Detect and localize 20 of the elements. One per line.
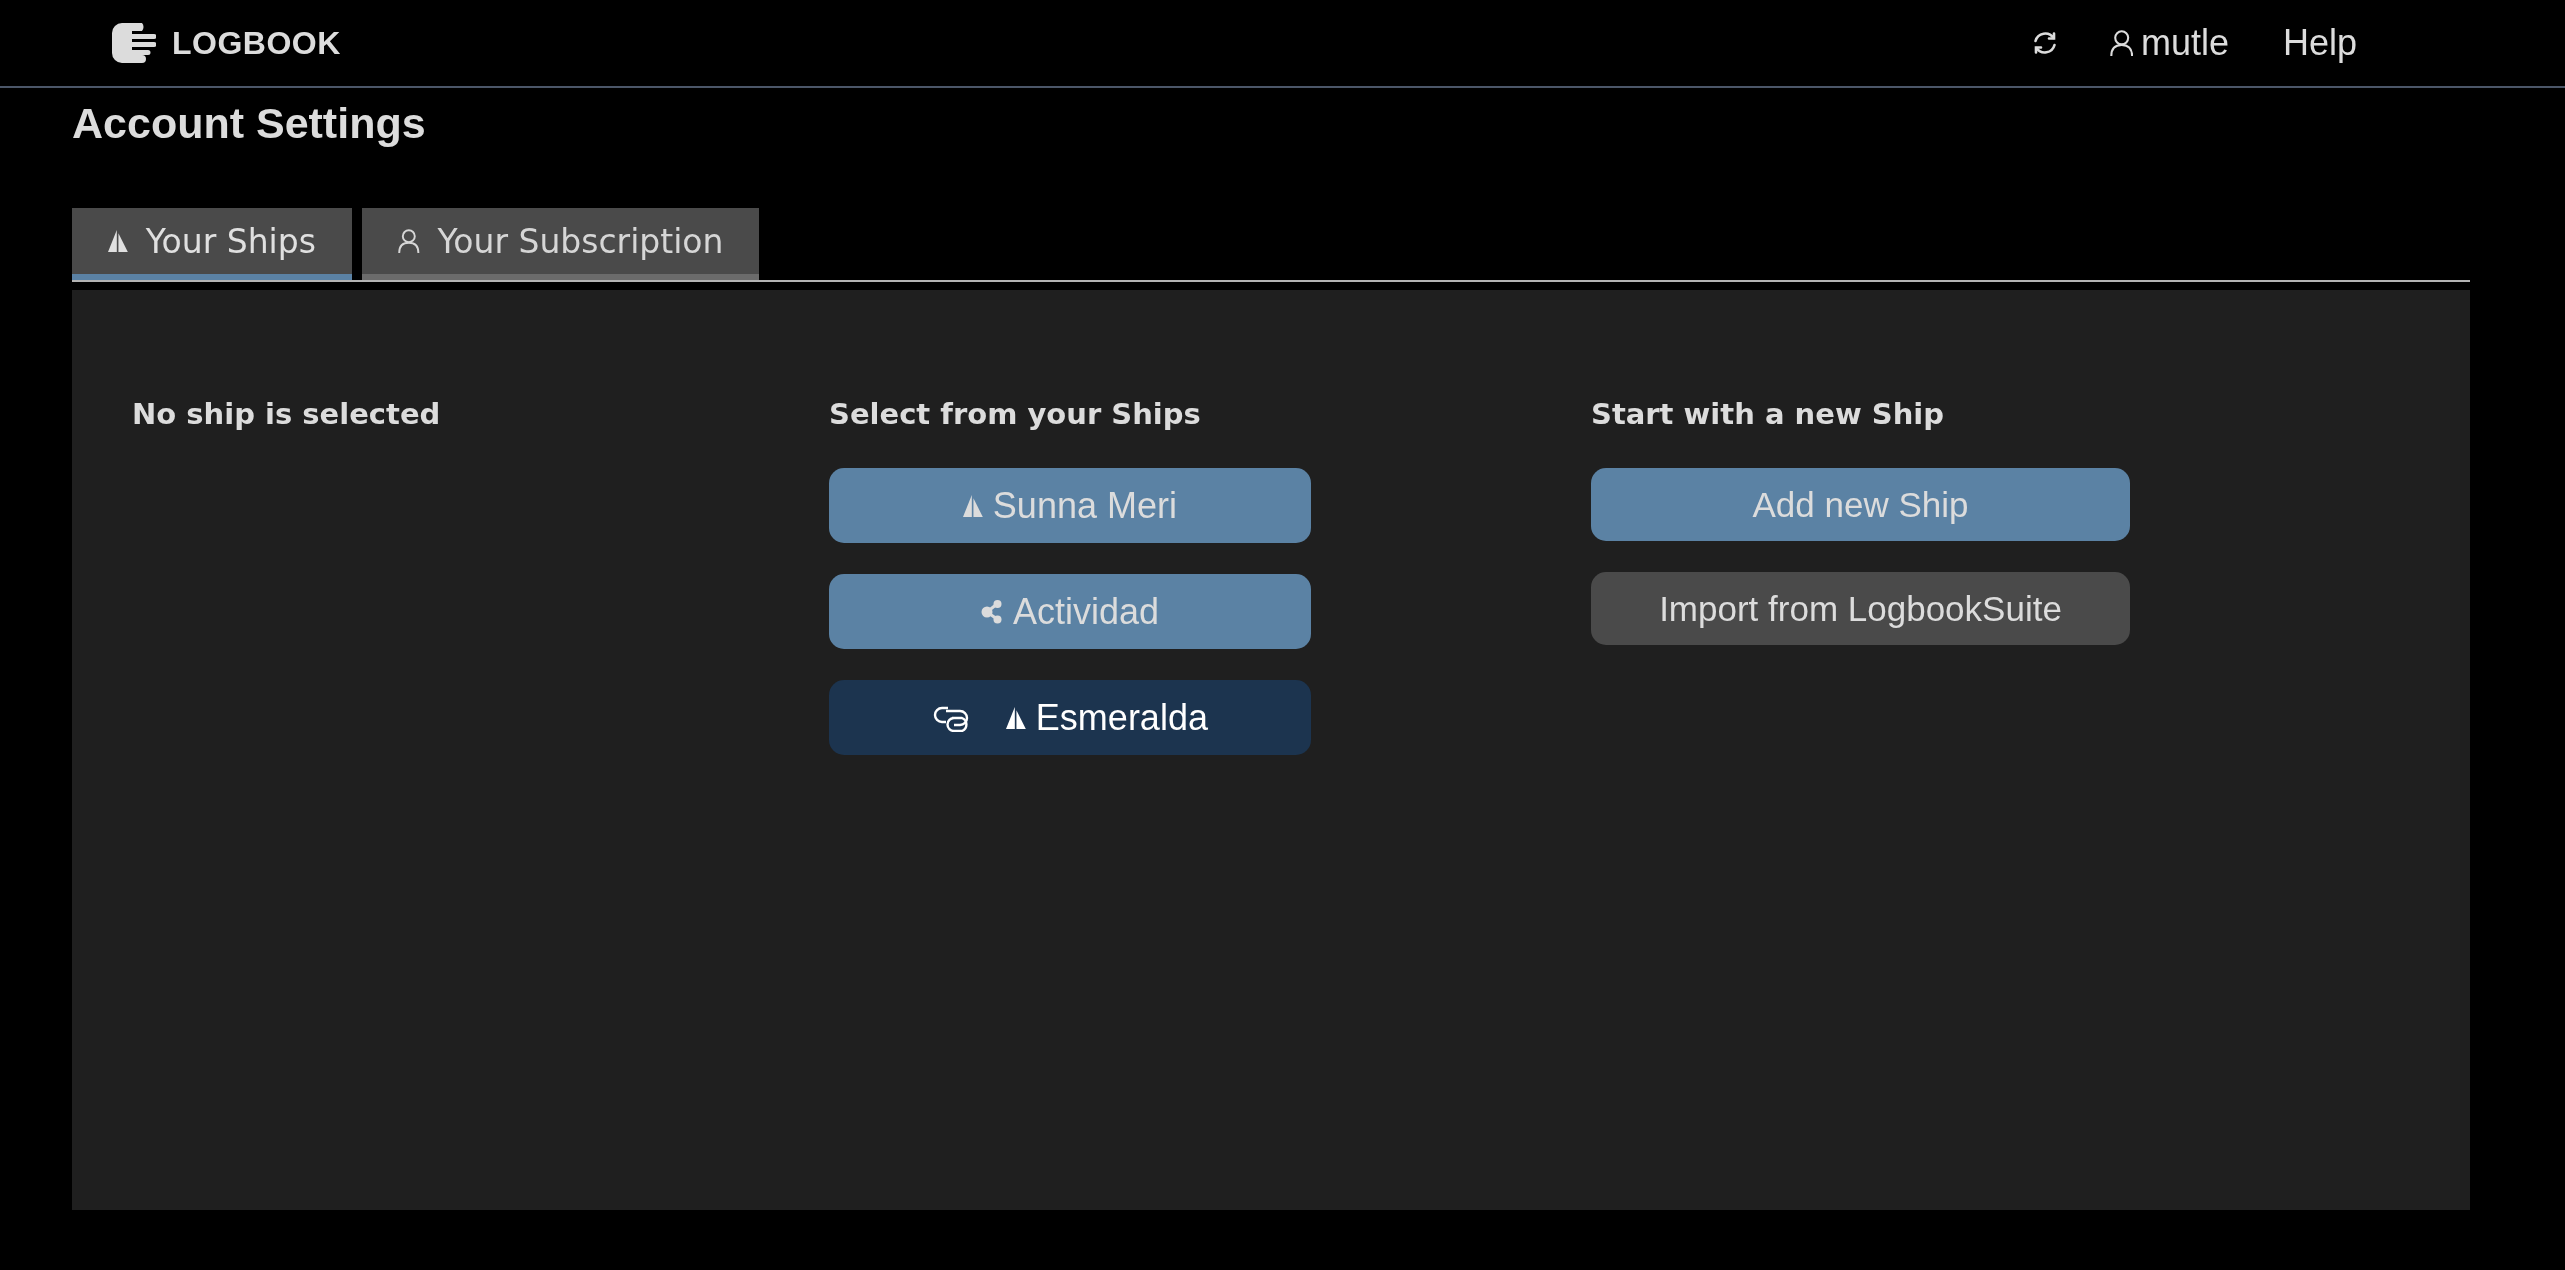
sailboat-icon (1006, 706, 1026, 729)
refresh-button[interactable] (2031, 30, 2058, 56)
person-icon (2109, 30, 2133, 56)
user-link[interactable]: mutle (2109, 22, 2229, 64)
refresh-icon (2031, 30, 2058, 56)
tab[interactable]: Your Subscription (361, 208, 760, 280)
ship-button[interactable]: Esmeralda (829, 680, 1311, 755)
person-icon (397, 229, 420, 253)
ships-heading: Select from your Ships (829, 396, 1201, 433)
help-link[interactable]: Help (2282, 22, 2357, 64)
new-ship-heading: Start with a new Ship (1591, 396, 1944, 433)
sailboat-icon (108, 230, 128, 252)
status-heading: No ship is selected (132, 396, 441, 433)
logo-icon (112, 23, 156, 63)
sailboat-icon (963, 494, 983, 517)
tab[interactable]: Your Ships (72, 208, 352, 280)
logo-text: LOGBOOK (172, 24, 341, 62)
nodes-icon (980, 599, 1003, 624)
import-button[interactable]: Import from LogbookSuite (1591, 572, 2130, 645)
page-title: Account Settings (72, 98, 426, 148)
